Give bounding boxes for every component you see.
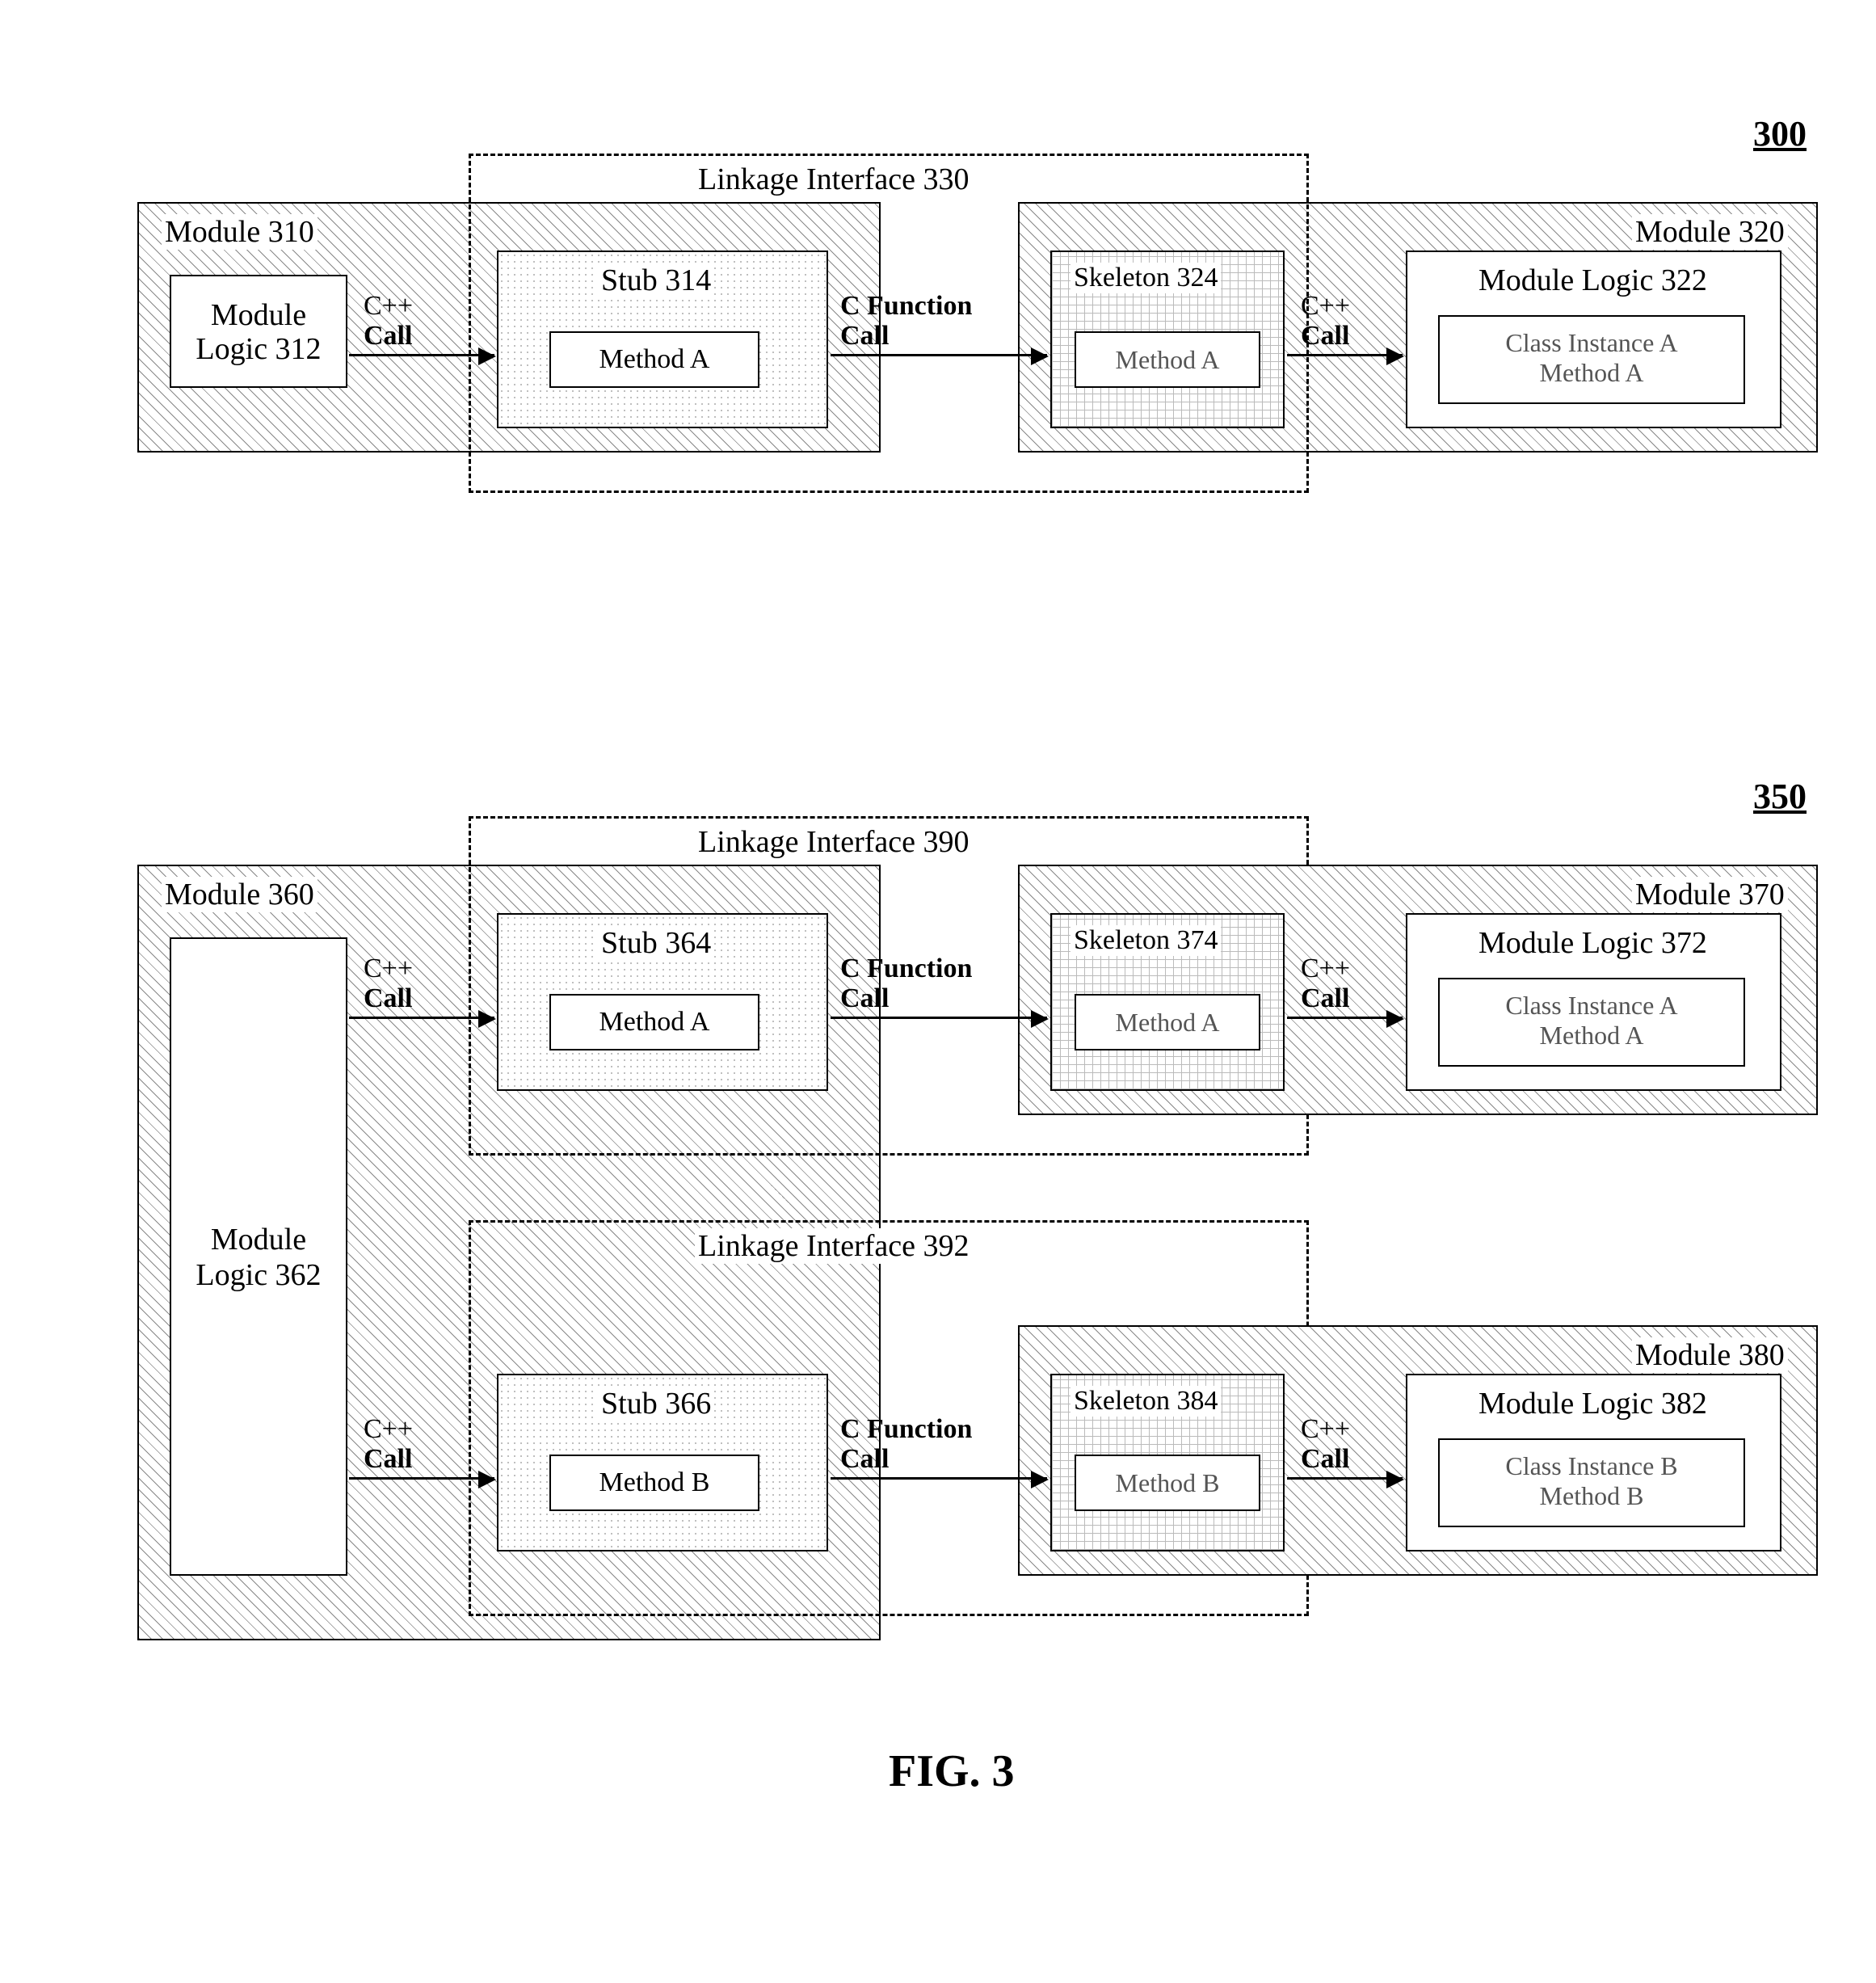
module-logic-372-inner: Class Instance A Method A (1438, 978, 1745, 1067)
call-cpp-3a: C++Call (364, 1414, 413, 1475)
linkage-390-title: Linkage Interface 390 (695, 824, 973, 860)
module-310-title: Module 310 (162, 214, 318, 250)
module-320-title: Module 320 (1632, 214, 1788, 250)
stub-314-title: Stub 314 (598, 263, 714, 298)
figure-caption: FIG. 3 (889, 1745, 1015, 1797)
arrow-384-to-382 (1287, 1477, 1403, 1480)
arrow-374-to-372 (1287, 1017, 1403, 1019)
skeleton-374-method: Method A (1075, 994, 1260, 1050)
module-logic-362-label: ModuleLogic 362 (171, 1222, 346, 1293)
call-cpp-2a: C++Call (364, 954, 413, 1014)
module-logic-322-title: Module Logic 322 (1479, 263, 1707, 298)
call-cpp-1b: C++Call (1301, 291, 1350, 352)
method-a-2: Method A (1540, 1021, 1644, 1050)
arrow-312-to-314 (349, 354, 494, 356)
arrow-364-to-374 (831, 1017, 1047, 1019)
arrow-324-to-322 (1287, 354, 1403, 356)
stub-364-title: Stub 364 (598, 925, 714, 961)
arrow-362-to-364 (349, 1017, 494, 1019)
module-360-title: Module 360 (162, 877, 318, 912)
arrow-362-to-366 (349, 1477, 494, 1480)
method-b: Method B (1540, 1481, 1644, 1510)
arrow-366-to-384 (831, 1477, 1047, 1480)
call-cpp-2b: C++Call (1301, 954, 1350, 1014)
module-logic-322-inner: Class Instance A Method A (1438, 315, 1745, 404)
module-logic-372-title: Module Logic 372 (1479, 925, 1707, 961)
class-instance-a-2: Class Instance A (1505, 991, 1677, 1020)
skeleton-374-title: Skeleton 374 (1070, 925, 1221, 956)
skeleton-324-method: Method A (1075, 331, 1260, 388)
skeleton-384-title: Skeleton 384 (1070, 1386, 1221, 1417)
module-logic-362: ModuleLogic 362 (170, 937, 347, 1576)
figure-id-300: 300 (1753, 113, 1807, 154)
class-instance-b: Class Instance B (1505, 1451, 1677, 1480)
stub-366-title: Stub 366 (598, 1386, 714, 1421)
page-root: 300 Module 310 ModuleLogic 312 Module 32… (32, 32, 1876, 1951)
module-380-title: Module 380 (1632, 1337, 1788, 1373)
call-cpp-1a: C++Call (364, 291, 413, 352)
module-logic-382-title: Module Logic 382 (1479, 1386, 1707, 1421)
call-cpp-3b: C++Call (1301, 1414, 1350, 1475)
module-logic-382-inner: Class Instance B Method B (1438, 1438, 1745, 1527)
call-cfunc-3: C FunctionCall (840, 1414, 972, 1475)
arrow-314-to-324 (831, 354, 1047, 356)
stub-314-method: Method A (549, 331, 759, 388)
method-a: Method A (1540, 358, 1644, 387)
call-cfunc-1: C FunctionCall (840, 291, 972, 352)
skeleton-384-method: Method B (1075, 1455, 1260, 1511)
call-cfunc-2: C FunctionCall (840, 954, 972, 1014)
skeleton-324-title: Skeleton 324 (1070, 263, 1221, 293)
linkage-330-title: Linkage Interface 330 (695, 162, 973, 197)
stub-364-method: Method A (549, 994, 759, 1050)
stub-366-method: Method B (549, 1455, 759, 1511)
class-instance-a: Class Instance A (1505, 328, 1677, 357)
module-370-title: Module 370 (1632, 877, 1788, 912)
linkage-392-title: Linkage Interface 392 (695, 1228, 973, 1264)
module-logic-312: ModuleLogic 312 (170, 275, 347, 388)
figure-id-350: 350 (1753, 776, 1807, 817)
module-logic-312-label: ModuleLogic 312 (196, 299, 321, 367)
